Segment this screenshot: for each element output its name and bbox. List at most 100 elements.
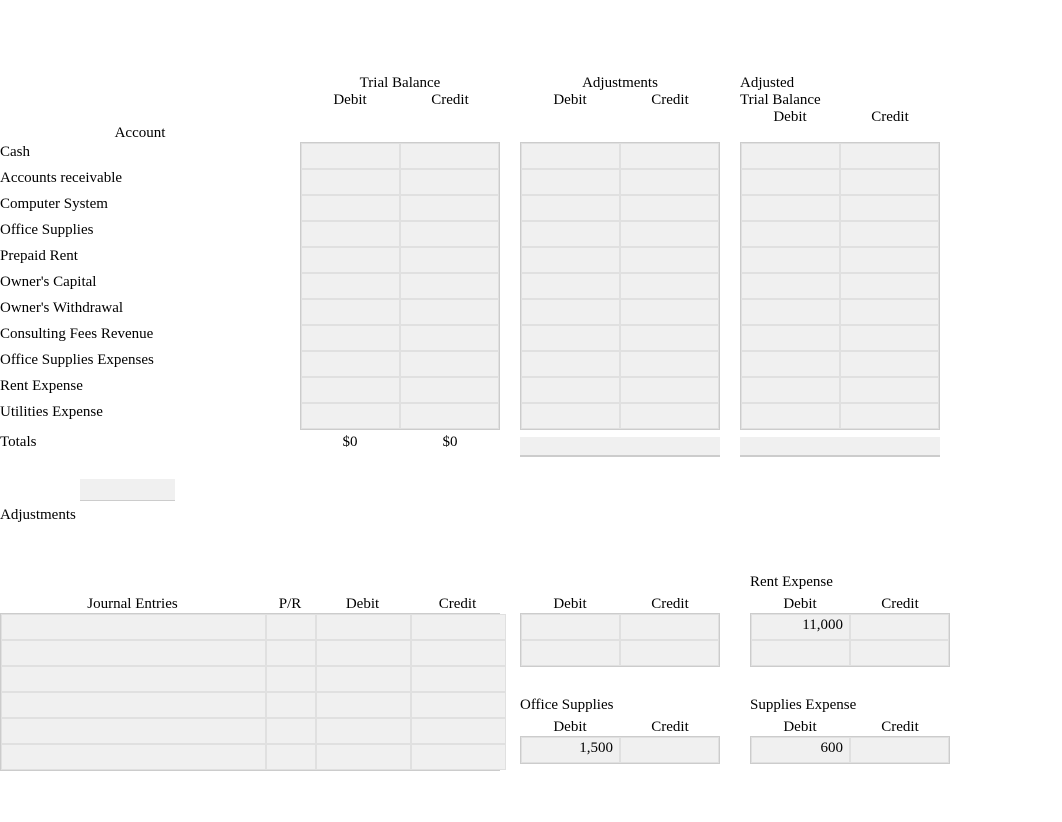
account-row: Office Supplies bbox=[0, 220, 280, 246]
t-credit-label: Credit bbox=[620, 719, 720, 736]
t-account-row[interactable] bbox=[521, 640, 719, 666]
t-debit-cell[interactable]: 1,500 bbox=[521, 737, 620, 763]
adjusted-tb-amounts bbox=[740, 142, 940, 430]
t-credit-cell[interactable] bbox=[850, 737, 949, 763]
amount-row[interactable] bbox=[521, 273, 719, 299]
tb-debit-label: Debit bbox=[300, 92, 400, 109]
t-account-row[interactable] bbox=[751, 640, 949, 666]
t-credit-cell[interactable] bbox=[850, 640, 949, 666]
amount-row[interactable] bbox=[301, 377, 499, 403]
t-account-row[interactable]: 600 bbox=[751, 737, 949, 763]
t-account-row[interactable] bbox=[521, 614, 719, 640]
amount-row[interactable] bbox=[741, 143, 939, 169]
journal-row[interactable] bbox=[1, 718, 499, 744]
amount-row[interactable] bbox=[301, 325, 499, 351]
amount-row[interactable] bbox=[521, 169, 719, 195]
amount-row[interactable] bbox=[521, 143, 719, 169]
t-debit-cell[interactable]: 11,000 bbox=[751, 614, 850, 640]
adj-debit-label: Debit bbox=[520, 92, 620, 109]
amount-row[interactable] bbox=[301, 169, 499, 195]
amount-row[interactable] bbox=[741, 377, 939, 403]
tb-credit-label: Credit bbox=[400, 92, 500, 109]
t-account-title bbox=[520, 574, 720, 596]
amount-row[interactable] bbox=[741, 247, 939, 273]
account-row: Office Supplies Expenses bbox=[0, 350, 280, 376]
amount-row[interactable] bbox=[301, 403, 499, 429]
account-column-header: Account bbox=[0, 75, 280, 142]
amount-row[interactable] bbox=[521, 377, 719, 403]
atb-credit-label: Credit bbox=[840, 109, 940, 126]
t-debit-label: Debit bbox=[520, 719, 620, 736]
t-credit-cell[interactable] bbox=[620, 737, 719, 763]
t-account-rent-expense: Rent Expense Debit Credit 11,000 bbox=[750, 574, 950, 667]
adjustments-underline bbox=[80, 479, 175, 501]
journal-row[interactable] bbox=[1, 744, 499, 770]
atb-total-debit bbox=[740, 437, 840, 457]
account-row: Utilities Expense bbox=[0, 402, 280, 428]
t-credit-cell[interactable] bbox=[620, 640, 719, 666]
t-account-row[interactable]: 1,500 bbox=[521, 737, 719, 763]
amount-row[interactable] bbox=[741, 195, 939, 221]
journal-rows bbox=[0, 613, 500, 771]
journal-row[interactable] bbox=[1, 640, 499, 666]
amount-row[interactable] bbox=[741, 325, 939, 351]
t-credit-cell[interactable] bbox=[850, 614, 949, 640]
account-row: Cash bbox=[0, 142, 280, 168]
pr-label: P/R bbox=[265, 596, 315, 613]
journal-credit-label: Credit bbox=[410, 596, 505, 613]
adj-credit-label: Credit bbox=[620, 92, 720, 109]
adjusted-tb-label: Trial Balance bbox=[740, 92, 940, 109]
t-credit-label: Credit bbox=[850, 596, 950, 613]
journal-row[interactable] bbox=[1, 614, 499, 640]
amount-row[interactable] bbox=[521, 195, 719, 221]
amount-row[interactable] bbox=[741, 403, 939, 429]
adj-total-credit bbox=[620, 437, 720, 457]
adjustments-section-label: Adjustments bbox=[0, 497, 1062, 524]
t-debit-cell[interactable]: 600 bbox=[751, 737, 850, 763]
amount-row[interactable] bbox=[521, 299, 719, 325]
bottom-section: Journal Entries P/R Debit Credit Debit C… bbox=[0, 574, 1062, 771]
amount-row[interactable] bbox=[741, 351, 939, 377]
t-debit-cell[interactable] bbox=[521, 614, 620, 640]
journal-row[interactable] bbox=[1, 692, 499, 718]
trial-balance-label: Trial Balance bbox=[300, 75, 500, 92]
amount-row[interactable] bbox=[521, 247, 719, 273]
amount-row[interactable] bbox=[301, 143, 499, 169]
account-row: Computer System bbox=[0, 194, 280, 220]
amount-row[interactable] bbox=[301, 221, 499, 247]
amount-row[interactable] bbox=[741, 273, 939, 299]
t-debit-label: Debit bbox=[750, 719, 850, 736]
adjustments-label: Adjustments bbox=[520, 75, 720, 92]
account-names-column: Cash Accounts receivable Computer System… bbox=[0, 142, 280, 430]
journal-row[interactable] bbox=[1, 666, 499, 692]
account-label: Account bbox=[115, 125, 166, 141]
adjusted-tb-header: Adjusted Trial Balance Debit Credit bbox=[740, 75, 940, 142]
amount-row[interactable] bbox=[521, 351, 719, 377]
atb-total-credit bbox=[840, 437, 940, 457]
amount-row[interactable] bbox=[741, 221, 939, 247]
t-debit-label: Debit bbox=[520, 596, 620, 613]
tb-total-debit: $0 bbox=[300, 432, 400, 457]
adj-total-debit bbox=[520, 437, 620, 457]
t-debit-cell[interactable] bbox=[751, 640, 850, 666]
amount-row[interactable] bbox=[301, 195, 499, 221]
amount-row[interactable] bbox=[301, 299, 499, 325]
amount-row[interactable] bbox=[741, 169, 939, 195]
totals-row: Totals $0 $0 bbox=[0, 432, 1062, 457]
amount-row[interactable] bbox=[301, 351, 499, 377]
trial-balance-header: Trial Balance Debit Credit bbox=[300, 75, 500, 142]
journal-debit-label: Debit bbox=[315, 596, 410, 613]
tb-total-credit: $0 bbox=[400, 432, 500, 457]
amount-row[interactable] bbox=[521, 325, 719, 351]
t-accounts-right: Rent Expense Debit Credit 11,000 Supplie… bbox=[750, 574, 950, 771]
amount-row[interactable] bbox=[301, 273, 499, 299]
t-credit-cell[interactable] bbox=[620, 614, 719, 640]
amount-row[interactable] bbox=[301, 247, 499, 273]
account-row: Accounts receivable bbox=[0, 168, 280, 194]
t-account-row[interactable]: 11,000 bbox=[751, 614, 949, 640]
amount-row[interactable] bbox=[741, 299, 939, 325]
amount-row[interactable] bbox=[521, 403, 719, 429]
account-row: Prepaid Rent bbox=[0, 246, 280, 272]
t-debit-cell[interactable] bbox=[521, 640, 620, 666]
amount-row[interactable] bbox=[521, 221, 719, 247]
